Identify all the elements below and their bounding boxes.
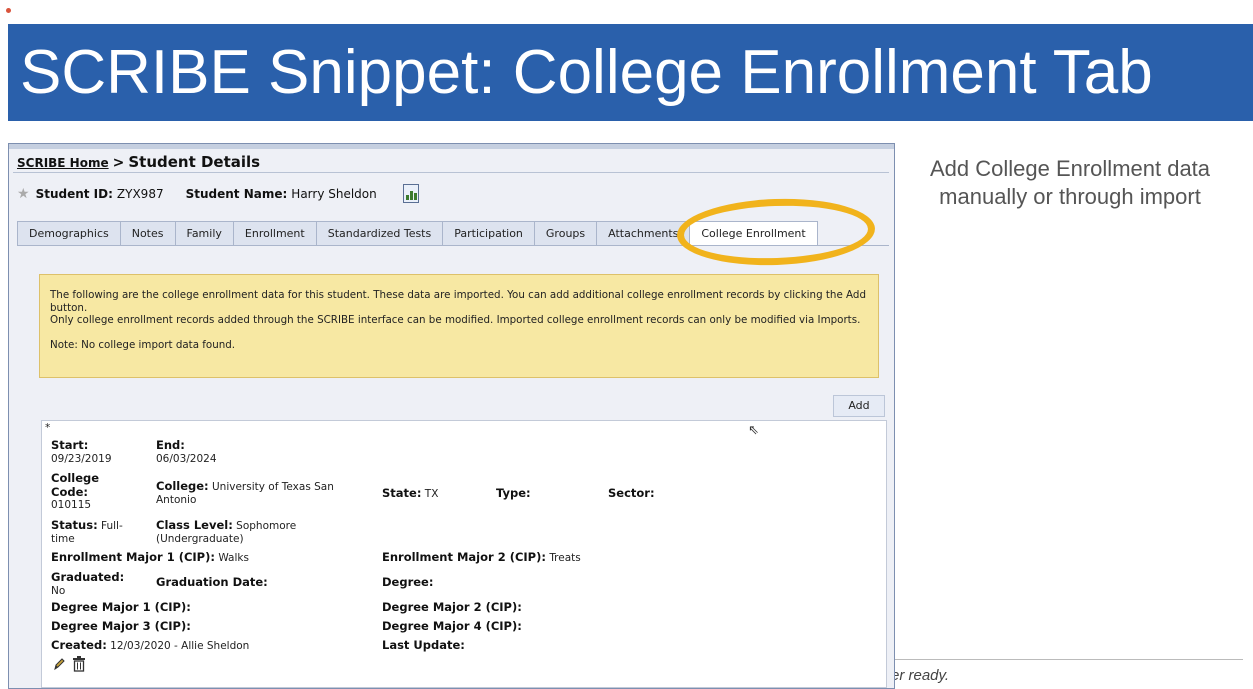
status-field: Status: Full-time bbox=[51, 518, 123, 545]
status-fragment: er ready. bbox=[891, 667, 950, 684]
tab-panel: The following are the college enrollment… bbox=[17, 246, 889, 688]
college-enrollment-record: * ⇖ Start: 09/23/2019 End: 06/03/2024 Co… bbox=[41, 420, 887, 688]
tab-participation[interactable]: Participation bbox=[442, 221, 535, 245]
degree-major-4-field: Degree Major 4 (CIP): bbox=[382, 619, 522, 633]
mouse-cursor-icon: ⇖ bbox=[748, 423, 759, 438]
slide-title: SCRIBE Snippet: College Enrollment Tab bbox=[20, 38, 1153, 107]
info-notice: The following are the college enrollment… bbox=[39, 274, 879, 378]
student-name-value: Harry Sheldon bbox=[291, 186, 377, 201]
class-level-field: Class Level: Sophomore (Undergraduate) bbox=[156, 518, 297, 545]
enrollment-major-2-field: Enrollment Major 2 (CIP): Treats bbox=[382, 550, 581, 564]
college-code-field: College Code: 010115 bbox=[51, 471, 100, 511]
degree-field: Degree: bbox=[382, 575, 434, 589]
start-field: Start: 09/23/2019 bbox=[51, 438, 112, 465]
title-banner: SCRIBE Snippet: College Enrollment Tab bbox=[8, 24, 1253, 121]
student-id-label: Student ID: bbox=[35, 186, 113, 201]
sector-field: Sector: bbox=[608, 486, 655, 500]
type-field: Type: bbox=[496, 486, 531, 500]
star-icon[interactable]: ★ bbox=[17, 186, 30, 202]
student-id-value: ZYX987 bbox=[116, 186, 164, 201]
tab-groups[interactable]: Groups bbox=[533, 221, 598, 245]
breadcrumb-separator: > bbox=[112, 155, 125, 171]
enrollment-major-1-field: Enrollment Major 1 (CIP): Walks bbox=[51, 550, 249, 564]
notice-line-3: Note: No college import data found. bbox=[50, 338, 236, 351]
notice-line-1: The following are the college enrollment… bbox=[50, 289, 866, 314]
degree-major-2-field: Degree Major 2 (CIP): bbox=[382, 600, 522, 614]
end-field: End: 06/03/2024 bbox=[156, 438, 217, 465]
window-top-bar bbox=[9, 144, 894, 149]
page-title: Student Details bbox=[128, 153, 261, 171]
recording-dot bbox=[6, 8, 11, 13]
tab-family[interactable]: Family bbox=[174, 221, 234, 245]
tab-notes[interactable]: Notes bbox=[119, 221, 176, 245]
pencil-icon[interactable] bbox=[52, 657, 66, 671]
student-name-label: Student Name: bbox=[185, 186, 288, 201]
graduation-date-field: Graduation Date: bbox=[156, 575, 268, 589]
tab-standardized-tests[interactable]: Standardized Tests bbox=[315, 221, 444, 245]
divider-line bbox=[895, 659, 1243, 660]
college-field: College: University of Texas San Antonio bbox=[156, 479, 334, 506]
tab-demographics[interactable]: Demographics bbox=[17, 221, 121, 245]
tab-enrollment[interactable]: Enrollment bbox=[232, 221, 317, 245]
student-info-row: ★ Student ID: ZYX987 Student Name: Harry… bbox=[17, 184, 419, 203]
heading-divider bbox=[13, 172, 889, 173]
report-icon[interactable] bbox=[402, 184, 419, 203]
breadcrumb: SCRIBE Home > Student Details bbox=[17, 153, 260, 171]
notice-line-2: Only college enrollment records added th… bbox=[50, 314, 861, 326]
required-asterisk: * bbox=[45, 422, 51, 434]
last-update-field: Last Update: bbox=[382, 638, 465, 652]
breadcrumb-home-link[interactable]: SCRIBE Home bbox=[17, 156, 109, 170]
add-button[interactable]: Add bbox=[833, 395, 885, 417]
state-field: State: TX bbox=[382, 486, 439, 500]
degree-major-3-field: Degree Major 3 (CIP): bbox=[51, 619, 191, 633]
degree-major-1-field: Degree Major 1 (CIP): bbox=[51, 600, 191, 614]
graduated-field: Graduated: No bbox=[51, 570, 125, 597]
created-field: Created: 12/03/2020 - Allie Sheldon bbox=[51, 638, 250, 652]
trash-icon[interactable] bbox=[72, 656, 86, 672]
side-note: Add College Enrollment data manually or … bbox=[929, 156, 1211, 209]
